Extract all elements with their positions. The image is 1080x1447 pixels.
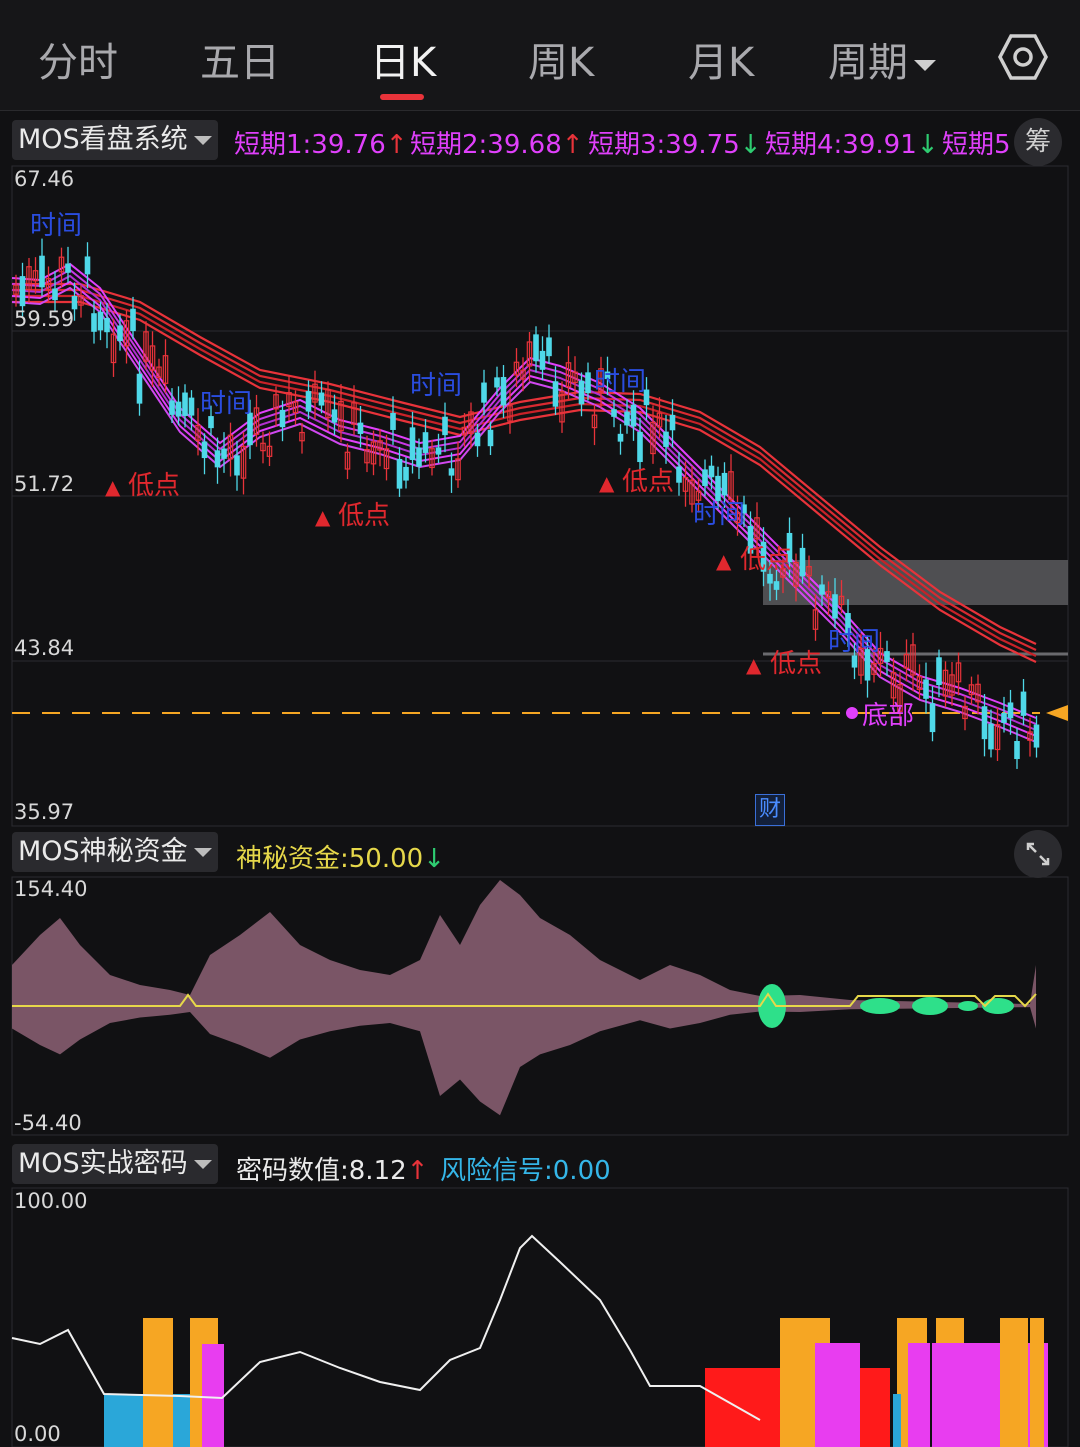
low-point-label: 低点 [128,471,180,501]
time-label: 时间 [200,389,252,419]
code-value: 密码数值:8.12↑ [236,1156,429,1186]
svg-text:▲: ▲ [716,549,732,573]
fund-indicator-selector[interactable]: MOS神秘资金 [12,832,218,872]
code-indicator-name: MOS实战密码 [18,1148,188,1179]
y-label-2: 59.59 [14,307,75,331]
time-label: 时间 [693,500,745,530]
chevron-down-icon [193,848,212,857]
svg-text:▲: ▲ [599,471,615,495]
low-point-label: 低点 [338,501,390,531]
time-label: 时间 [410,371,462,401]
time-label: 时间 [594,367,646,397]
y-label-3: 51.72 [14,472,75,496]
y-label-4: 43.84 [14,636,75,660]
candlestick-chart[interactable]: ▲ 低点 ▲ 低点 ▲ 低点 ▲ 低点 ▲ 低点 时间 时间 时间 时间 时间 时间 底部 [0,0,1080,1447]
time-label: 时间 [828,627,880,657]
low-point-label: 低点 [770,649,822,679]
fund-value: 神秘资金:50.00↓ [236,844,445,874]
svg-text:▲: ▲ [105,475,121,499]
fund-indicator-name: MOS神秘资金 [18,836,188,867]
svg-text:▲: ▲ [315,505,331,529]
code-y-min: 0.00 [14,1422,61,1446]
bottom-label: 底部 [862,701,914,731]
risk-signal-value: 风险信号:0.00 [440,1156,611,1186]
svg-text:▲: ▲ [746,653,762,677]
low-point-label: 低点 [622,467,674,497]
expand-icon[interactable] [1014,830,1062,878]
code-indicator-selector[interactable]: MOS实战密码 [12,1144,218,1184]
code-y-max: 100.00 [14,1189,88,1213]
fund-y-min: -54.40 [14,1111,82,1135]
finance-marker[interactable]: 财 [755,794,785,826]
time-label: 时间 [30,211,82,241]
low-point-label: 低点 [740,545,792,575]
chevron-down-icon [193,1160,212,1169]
fund-y-max: 154.40 [14,877,88,901]
y-label-max: 67.46 [14,167,75,191]
y-label-min: 35.97 [14,800,75,824]
